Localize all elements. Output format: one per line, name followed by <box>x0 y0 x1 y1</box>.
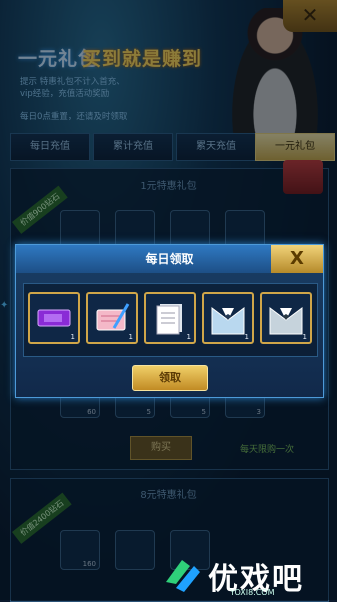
watermark-logo-icon <box>166 560 200 592</box>
item-count: 1 <box>186 333 191 341</box>
watermark-url: YOXI8.COM <box>230 588 275 597</box>
pink-card-pen-icon <box>96 303 130 331</box>
reward-item[interactable]: 1 <box>28 292 80 344</box>
claim-button[interactable]: 领取 <box>132 365 208 391</box>
reward-item[interactable]: 1 <box>86 292 138 344</box>
suit-icon <box>269 307 303 335</box>
daily-claim-modal: 每日领取 X 1 1 1 1 1 领取 <box>15 244 324 398</box>
item-count: 1 <box>128 333 133 341</box>
purple-ticket-icon <box>37 309 71 327</box>
paper-stack-icon <box>156 304 182 335</box>
reward-item[interactable]: 1 <box>260 292 312 344</box>
suit-icon <box>211 307 245 335</box>
reward-item[interactable]: 1 <box>144 292 196 344</box>
reward-item[interactable]: 1 <box>202 292 254 344</box>
item-count: 1 <box>244 333 249 341</box>
modal-close-button[interactable]: X <box>271 245 323 273</box>
item-count: 1 <box>302 333 307 341</box>
item-count: 1 <box>70 333 75 341</box>
site-watermark: 优戏吧 YOXI8.COM <box>160 552 335 598</box>
